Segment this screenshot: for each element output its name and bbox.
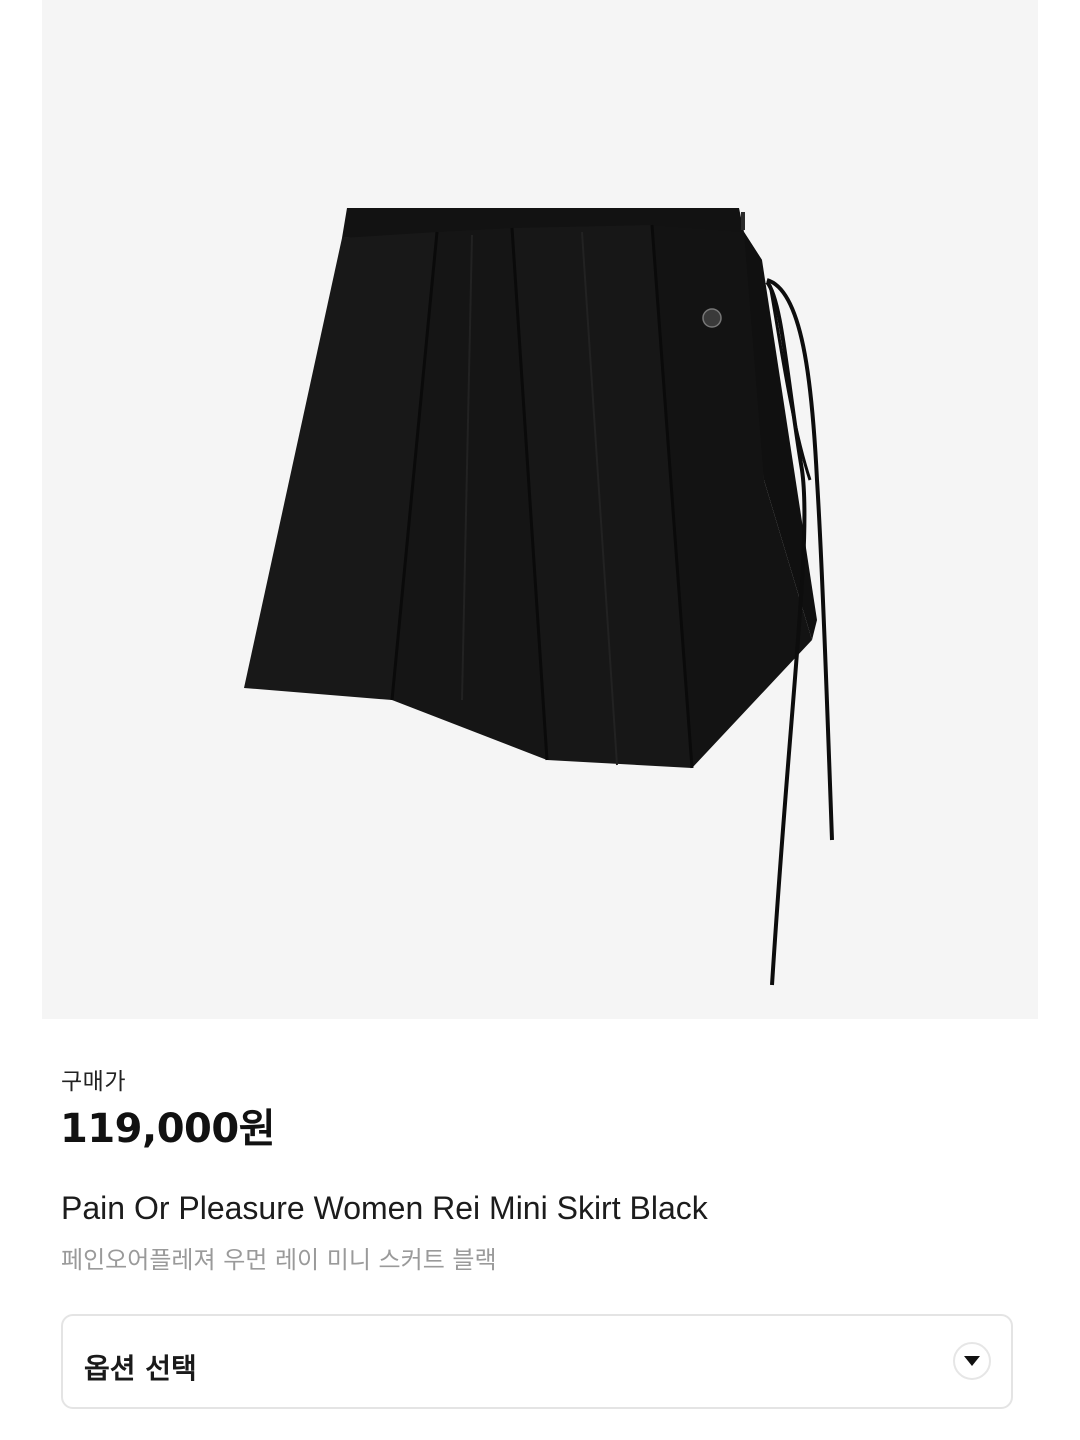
product-price: 119,000원: [60, 1106, 276, 1152]
chevron-down-icon: [964, 1356, 980, 1366]
option-select-label: 옵션 선택: [84, 1352, 197, 1385]
product-name-ko: 페인오어플레져 우먼 레이 미니 스커트 블랙: [61, 1246, 497, 1274]
price-label: 구매가: [61, 1069, 126, 1095]
product-name-en: Pain Or Pleasure Women Rei Mini Skirt Bl…: [61, 1190, 708, 1226]
skirt-illustration: [244, 208, 834, 986]
option-select-dropdown[interactable]: 옵션 선택: [61, 1314, 1013, 1409]
product-image[interactable]: [42, 0, 1038, 1019]
dropdown-toggle-button[interactable]: [953, 1342, 991, 1380]
